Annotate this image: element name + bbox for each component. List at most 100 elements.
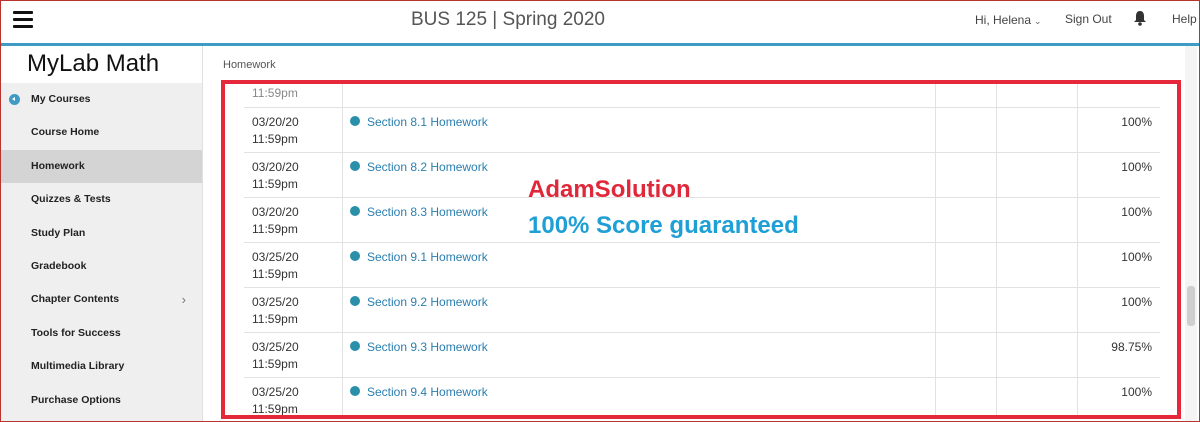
empty-cell	[997, 108, 1078, 152]
due-date-cell: 03/25/20 11:59pm	[244, 333, 343, 377]
empty-cell	[997, 243, 1078, 287]
sidebar-item-label: My Courses	[31, 93, 91, 105]
table-row: 03/20/20 11:59pm Section 8.1 Homework 10…	[244, 108, 1160, 153]
due-date-cell: 03/25/20 11:59pm	[244, 378, 343, 416]
assignments-table: 11:59pm 03/20/20 11:59pm Section 8.1 Hom…	[244, 84, 1160, 416]
table-row: 03/20/20 11:59pm Section 8.2 Homework 10…	[244, 153, 1160, 198]
sidebar-item-gradebook[interactable]: Gradebook	[0, 250, 202, 283]
empty-cell	[997, 153, 1078, 197]
help-link[interactable]: Help	[1172, 12, 1197, 26]
brand-logo: MyLab Math	[0, 46, 202, 83]
due-time: 11:59pm	[252, 222, 298, 236]
empty-cell	[936, 198, 997, 242]
due-date-cell: 03/25/20 11:59pm	[244, 243, 343, 287]
sign-out-link[interactable]: Sign Out	[1065, 12, 1112, 26]
due-date: 03/25/20	[252, 340, 299, 354]
name-cell: Section 9.4 Homework	[343, 378, 936, 415]
scrollbar-thumb[interactable]	[1187, 286, 1195, 326]
name-cell: Section 9.3 Homework	[343, 333, 936, 377]
due-date-cell: 03/20/20 11:59pm	[244, 153, 343, 197]
due-time: 11:59pm	[252, 402, 298, 416]
status-dot-icon	[350, 341, 360, 351]
overlay-subtitle: 100% Score guaranteed	[528, 212, 799, 239]
empty-cell	[936, 153, 997, 197]
empty-cell	[936, 84, 997, 107]
due-time: 11:59pm	[252, 132, 298, 146]
assignment-link[interactable]: Section 9.3 Homework	[367, 340, 488, 354]
assignment-link[interactable]: Section 9.2 Homework	[367, 295, 488, 309]
breadcrumb: Homework	[223, 59, 276, 71]
score: 98.75%	[1111, 340, 1152, 354]
due-time: 11:59pm	[252, 267, 298, 281]
sidebar-item-label: Chapter Contents	[31, 293, 120, 306]
score: 100%	[1121, 160, 1152, 174]
empty-cell	[997, 333, 1078, 377]
status-dot-icon	[350, 206, 360, 216]
status-dot-icon	[350, 116, 360, 126]
scrollbar-track[interactable]	[1185, 46, 1197, 422]
due-time: 11:59pm	[252, 312, 298, 326]
table-row: 11:59pm	[244, 84, 1160, 108]
due-date: 03/20/20	[252, 160, 299, 174]
assignments-panel: 11:59pm 03/20/20 11:59pm Section 8.1 Hom…	[221, 80, 1181, 419]
sidebar: MyLab Math My Courses Course Home Homewo…	[0, 46, 203, 422]
sidebar-item-label: Homework	[31, 159, 85, 172]
sidebar-item-tools-for-success[interactable]: Tools for Success	[0, 317, 202, 350]
user-menu[interactable]: Hi, Helena ⌄	[975, 13, 1042, 27]
chevron-down-icon: ⌄	[1034, 16, 1042, 26]
chevron-right-icon: ›	[181, 292, 186, 308]
assignment-link[interactable]: Section 8.3 Homework	[367, 205, 488, 219]
empty-cell	[936, 333, 997, 377]
sidebar-item-label: Course Home	[31, 126, 100, 139]
status-dot-icon	[350, 251, 360, 261]
sidebar-item-label: Purchase Options	[31, 393, 121, 406]
sidebar-item-quizzes-tests[interactable]: Quizzes & Tests	[0, 183, 202, 216]
assignment-link[interactable]: Section 9.4 Homework	[367, 385, 488, 399]
sidebar-item-study-plan[interactable]: Study Plan	[0, 217, 202, 250]
empty-cell	[936, 378, 997, 415]
sidebar-item-label: Study Plan	[31, 226, 86, 239]
status-dot-icon	[350, 296, 360, 306]
bell-icon[interactable]	[1133, 10, 1147, 31]
sidebar-item-label: Gradebook	[31, 259, 87, 272]
due-time: 11:59pm	[252, 357, 298, 371]
empty-cell	[936, 288, 997, 332]
name-cell: Section 9.2 Homework	[343, 288, 936, 332]
sidebar-item-label: Tools for Success	[31, 326, 121, 339]
empty-cell	[997, 378, 1078, 415]
back-arrow-icon	[9, 94, 20, 105]
sidebar-item-purchase-options[interactable]: Purchase Options	[0, 384, 202, 417]
table-row: 03/25/20 11:59pm Section 9.1 Homework 10…	[244, 243, 1160, 288]
sidebar-item-my-courses[interactable]: My Courses	[0, 83, 202, 116]
name-cell: Section 8.1 Homework	[343, 108, 936, 152]
sidebar-item-course-home[interactable]: Course Home	[0, 116, 202, 149]
greeting-label: Hi, Helena	[975, 13, 1032, 27]
assignment-link[interactable]: Section 8.1 Homework	[367, 115, 488, 129]
due-date: 03/20/20	[252, 205, 299, 219]
sidebar-item-multimedia-library[interactable]: Multimedia Library	[0, 350, 202, 383]
due-date-cell: 03/20/20 11:59pm	[244, 108, 343, 152]
sidebar-item-chapter-contents[interactable]: Chapter Contents ›	[0, 283, 202, 316]
assignment-link[interactable]: Section 9.1 Homework	[367, 250, 488, 264]
empty-cell	[936, 243, 997, 287]
table-row: 03/25/20 11:59pm Section 9.2 Homework 10…	[244, 288, 1160, 333]
empty-cell	[997, 288, 1078, 332]
sidebar-item-label: Quizzes & Tests	[31, 193, 111, 206]
due-date: 03/25/20	[252, 295, 299, 309]
due-date-cell: 03/20/20 11:59pm	[244, 198, 343, 242]
top-bar: BUS 125 | Spring 2020 Hi, Helena ⌄ Sign O…	[0, 0, 1200, 46]
name-cell: Section 9.1 Homework	[343, 243, 936, 287]
due-date: 03/20/20	[252, 115, 299, 129]
empty-cell	[997, 84, 1078, 107]
status-dot-icon	[350, 161, 360, 171]
empty-cell	[997, 198, 1078, 242]
sidebar-item-label: Multimedia Library	[31, 360, 125, 373]
empty-cell	[936, 108, 997, 152]
score: 100%	[1121, 205, 1152, 219]
due-time: 11:59pm	[252, 177, 298, 191]
score: 100%	[1121, 115, 1152, 129]
sidebar-item-homework[interactable]: Homework	[0, 149, 202, 184]
score: 100%	[1121, 250, 1152, 264]
assignment-link[interactable]: Section 8.2 Homework	[367, 160, 488, 174]
overlay-title: AdamSolution	[528, 176, 691, 203]
